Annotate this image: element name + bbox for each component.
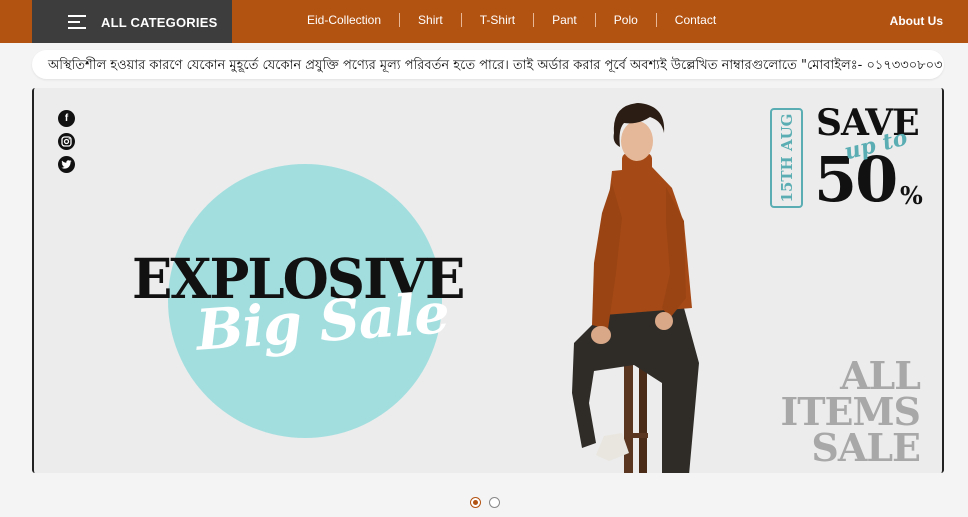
nav-polo[interactable]: Polo xyxy=(596,13,657,27)
menu-icon xyxy=(68,15,86,29)
instagram-icon[interactable] xyxy=(58,133,75,150)
main-nav: Eid-Collection Shirt T-Shirt Pant Polo C… xyxy=(295,13,734,27)
nav-t-shirt[interactable]: T-Shirt xyxy=(462,13,535,27)
carousel-dots xyxy=(470,497,500,508)
hero-banner[interactable]: f EXPLOSIVE Big Sale 15TH AUG SAVE 50 % … xyxy=(32,88,944,473)
carousel-dot-2[interactable] xyxy=(489,497,500,508)
date-text: 15TH AUG xyxy=(777,113,796,203)
twitter-icon[interactable] xyxy=(58,156,75,173)
top-navbar: ALL CATEGORIES Eid-Collection Shirt T-Sh… xyxy=(0,0,968,43)
all-items-sale: ALL ITEMS SALE xyxy=(780,357,921,470)
carousel-dot-1[interactable] xyxy=(470,497,481,508)
nav-eid-collection[interactable]: Eid-Collection xyxy=(295,13,401,27)
nav-shirt[interactable]: Shirt xyxy=(400,13,462,27)
notice-text: অস্থিতিশীল হওয়ার কারণে যেকোন মুহূর্তে য… xyxy=(48,58,944,73)
all-categories-label: ALL CATEGORIES xyxy=(101,15,218,30)
all-categories-button[interactable]: ALL CATEGORIES xyxy=(32,0,232,43)
model-image xyxy=(572,103,699,473)
notice-marquee: অস্থিতিশীল হওয়ার কারণে যেকোন মুহূর্তে য… xyxy=(32,50,944,79)
facebook-icon[interactable]: f xyxy=(58,110,75,127)
all-items-line-3: SALE xyxy=(811,425,921,470)
percent-sign: % xyxy=(900,181,923,210)
nav-pant[interactable]: Pant xyxy=(534,13,596,27)
nav-contact[interactable]: Contact xyxy=(657,13,734,27)
about-us-link[interactable]: About Us xyxy=(890,14,943,28)
date-badge: 15TH AUG xyxy=(770,108,803,208)
